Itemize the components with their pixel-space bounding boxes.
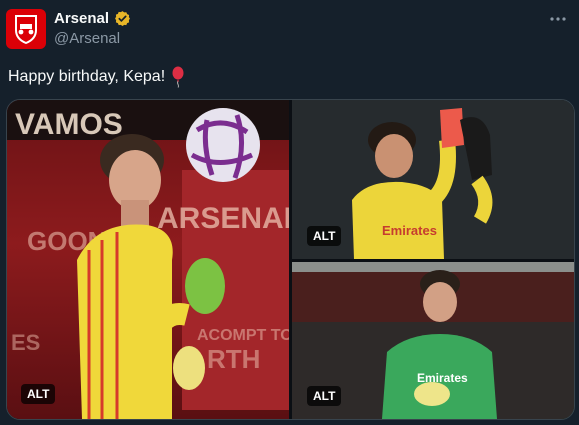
alt-badge[interactable]: ALT [307, 226, 342, 246]
photo-kepa-ball[interactable]: VAMOS ARSENAL GOON ACOMPT TO RTH ES ALT [7, 100, 289, 419]
shirt-text: Emirates [417, 371, 468, 385]
verified-badge-icon[interactable] [114, 10, 131, 27]
alt-badge[interactable]: ALT [21, 384, 56, 404]
balloon-icon [172, 66, 184, 88]
banner-text-acompt: ACOMPT TO [197, 327, 289, 344]
banner-text-es: ES [11, 330, 40, 355]
author-name-row: Arsenal [54, 10, 131, 27]
tweet-text-row: Happy birthday, Kepa! [8, 66, 185, 88]
shirt-text: Emirates [382, 223, 437, 238]
banner-text-rth: RTH [207, 344, 260, 374]
tweet-text: Happy birthday, Kepa! [8, 68, 166, 85]
photo-kepa-ball-image: VAMOS ARSENAL GOON ACOMPT TO RTH ES [7, 100, 289, 419]
media-grid: VAMOS ARSENAL GOON ACOMPT TO RTH ES ALT [6, 99, 575, 420]
banner-text-vamos: VAMOS [15, 108, 123, 141]
more-options-button[interactable] [547, 10, 569, 28]
photo-kepa-applause[interactable]: Emirates ALT [292, 100, 574, 259]
handle[interactable]: @Arsenal [54, 30, 120, 47]
arsenal-crest-icon [15, 15, 37, 44]
banner-text-arsenal: ARSENAL [157, 202, 289, 235]
football [186, 108, 260, 182]
more-options-icon [550, 17, 566, 21]
display-name[interactable]: Arsenal [54, 10, 109, 27]
photo-kepa-green-kit[interactable]: Emirates ALT [292, 262, 574, 419]
avatar[interactable] [6, 9, 46, 49]
alt-badge[interactable]: ALT [307, 386, 342, 406]
